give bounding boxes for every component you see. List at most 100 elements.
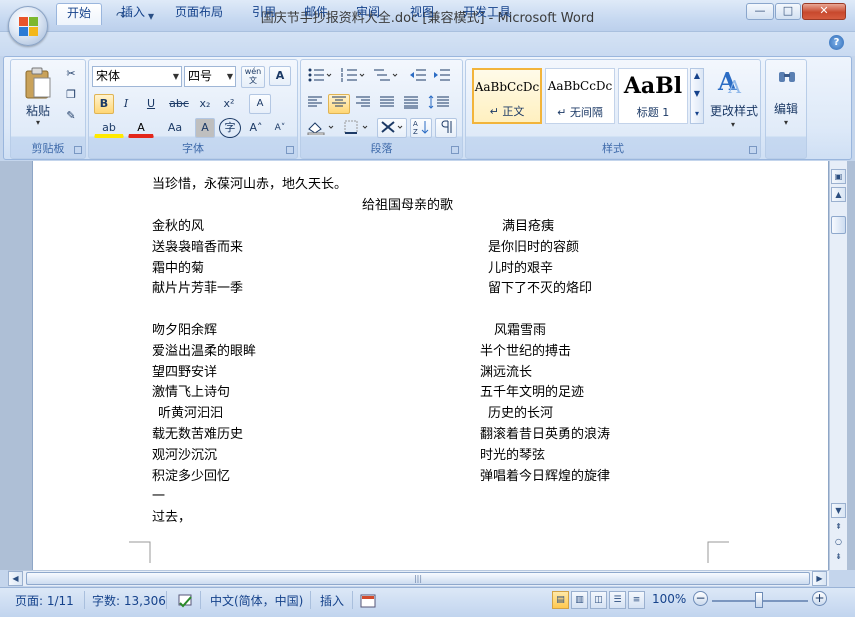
decrease-indent-icon[interactable] — [407, 66, 429, 86]
language-indicator[interactable]: 中文(简体，中国) — [210, 592, 303, 609]
highlight-button[interactable]: ab — [94, 118, 124, 138]
divider — [166, 591, 167, 609]
chevron-down-icon: ▼ — [226, 72, 233, 81]
tab-developer[interactable]: 开发工具 — [454, 3, 520, 24]
document-page[interactable]: 当珍惜，永葆河山赤，地久天长。 给祖国母亲的歌 金秋的风 满目疮痍 送袅袅暗香而… — [32, 161, 829, 570]
print-layout-view-icon[interactable]: ▤ — [552, 591, 569, 609]
paste-button[interactable]: 粘贴 ▾ — [19, 64, 57, 127]
increase-indent-icon[interactable] — [431, 66, 453, 86]
chevron-down-icon[interactable]: ▼ — [691, 89, 703, 98]
scroll-left-icon[interactable]: ◀ — [8, 571, 23, 586]
multilevel-list-icon[interactable] — [370, 66, 400, 86]
paragraph-launcher-icon[interactable] — [451, 146, 459, 154]
zoom-out-icon[interactable]: − — [693, 591, 708, 606]
shrink-font-button[interactable]: A˅ — [269, 118, 291, 138]
previous-page-icon[interactable]: ⇞ — [831, 520, 846, 535]
enclose-characters-button[interactable]: 字 — [219, 118, 241, 138]
minimize-button[interactable]: — — [746, 3, 774, 20]
ruler-toggle-icon[interactable]: ▣ — [831, 169, 846, 184]
tab-page-layout[interactable]: 页面布局 — [164, 3, 234, 24]
change-case-button[interactable]: Aa — [160, 118, 190, 138]
proofing-icon[interactable] — [176, 593, 194, 609]
scroll-right-icon[interactable]: ▶ — [812, 571, 827, 586]
poem-line: 历史的长河 — [488, 406, 554, 421]
cut-icon[interactable]: ✂ — [61, 64, 81, 84]
character-shading-button[interactable]: A — [195, 118, 215, 138]
style-heading-1[interactable]: AaBl 标题 1 — [618, 68, 688, 124]
font-size-combo[interactable]: 四号 ▼ — [184, 66, 236, 87]
web-layout-view-icon[interactable]: ◫ — [590, 591, 607, 609]
justify-icon[interactable] — [376, 94, 398, 114]
italic-button[interactable]: I — [116, 94, 136, 114]
align-center-icon[interactable] — [328, 94, 350, 114]
vertical-scroll-thumb[interactable] — [831, 216, 846, 234]
tab-references[interactable]: 引用 — [242, 3, 286, 24]
next-page-icon[interactable]: ⇟ — [831, 550, 846, 565]
align-left-icon[interactable] — [304, 94, 326, 114]
close-button[interactable]: ✕ — [802, 3, 846, 20]
page-indicator[interactable]: 页面: 1/11 — [15, 592, 74, 609]
styles-scroll[interactable]: ▲ ▼ ▾ — [690, 68, 704, 124]
scroll-up-icon[interactable]: ▲ — [831, 187, 846, 202]
zoom-level[interactable]: 100% — [652, 592, 686, 606]
draft-view-icon[interactable]: ≡ — [628, 591, 645, 609]
distributed-icon[interactable] — [400, 94, 422, 114]
style-normal[interactable]: AaBbCcDc ↵ 正文 — [472, 68, 542, 124]
tab-view[interactable]: 视图 — [400, 3, 444, 24]
zoom-slider-thumb[interactable] — [755, 592, 763, 608]
macro-recording-icon[interactable] — [360, 593, 376, 609]
tab-review[interactable]: 审阅 — [346, 3, 390, 24]
borders-icon[interactable] — [341, 118, 373, 138]
browse-object-icon[interactable]: ○ — [831, 535, 846, 550]
font-color-button[interactable]: A — [128, 118, 154, 138]
full-screen-reading-view-icon[interactable]: ▥ — [571, 591, 588, 609]
tab-home[interactable]: 开始 — [56, 3, 102, 25]
sort-icon[interactable]: AZ — [410, 118, 432, 138]
copy-icon[interactable]: ❐ — [61, 85, 81, 105]
insert-mode[interactable]: 插入 — [320, 592, 344, 609]
format-painter-icon[interactable]: ✎ — [61, 106, 81, 126]
more-styles-icon[interactable]: ▾ — [691, 109, 703, 118]
font-group-label: 字体 — [182, 142, 204, 155]
font-name-combo[interactable]: 宋体 ▼ — [92, 66, 182, 87]
divider — [310, 591, 311, 609]
clear-formatting-button[interactable]: A — [249, 94, 271, 114]
zoom-in-icon[interactable]: + — [812, 591, 827, 606]
phonetic-guide-button[interactable]: wén 文 — [241, 66, 265, 88]
horizontal-scroll-thumb[interactable]: ||| — [26, 572, 810, 585]
horizontal-scrollbar[interactable]: ◀ ||| ▶ — [8, 570, 829, 586]
poem-line: 翻滚着昔日英勇的浪涛 — [480, 427, 611, 442]
chevron-up-icon[interactable]: ▲ — [691, 71, 703, 80]
shading-icon[interactable] — [304, 118, 338, 138]
superscript-button[interactable]: x² — [218, 94, 240, 114]
grow-font-button[interactable]: A˄ — [245, 118, 267, 138]
strikethrough-button[interactable]: abc — [166, 94, 192, 114]
change-styles-button[interactable]: A A 更改样式 ▾ — [708, 64, 758, 134]
tab-mailings[interactable]: 邮件 — [294, 3, 338, 24]
paste-dropdown-icon[interactable]: ▾ — [19, 118, 57, 127]
help-icon[interactable]: ? — [829, 35, 844, 50]
editing-group[interactable]: 编辑 ▾ — [765, 59, 807, 159]
show-marks-icon[interactable] — [435, 118, 457, 138]
chinese-layout-icon[interactable] — [377, 118, 407, 138]
style-no-spacing[interactable]: AaBbCcDc ↵ 无间隔 — [545, 68, 615, 124]
bold-button[interactable]: B — [94, 94, 114, 114]
office-button[interactable] — [8, 6, 48, 46]
outline-view-icon[interactable]: ☰ — [609, 591, 626, 609]
styles-launcher-icon[interactable] — [749, 146, 757, 154]
character-border-button[interactable]: A — [269, 66, 291, 86]
vertical-scrollbar[interactable]: ▣ ▲ ▼ ⇞ ○ ⇟ — [829, 161, 847, 570]
clipboard-launcher-icon[interactable] — [74, 146, 82, 154]
line-spacing-icon[interactable] — [425, 94, 457, 114]
subscript-button[interactable]: x₂ — [194, 94, 216, 114]
word-count[interactable]: 字数: 13,306 — [92, 592, 166, 609]
maximize-button[interactable]: □ — [775, 3, 801, 20]
underline-button[interactable]: U — [138, 94, 164, 114]
tab-insert[interactable]: 插入 — [110, 3, 156, 24]
align-right-icon[interactable] — [352, 94, 374, 114]
poem-line: 听黄河汩汩 — [158, 406, 224, 421]
numbering-icon[interactable] — [337, 66, 367, 86]
bullets-icon[interactable] — [304, 66, 334, 86]
font-launcher-icon[interactable] — [286, 146, 294, 154]
scroll-down-icon[interactable]: ▼ — [831, 503, 846, 518]
